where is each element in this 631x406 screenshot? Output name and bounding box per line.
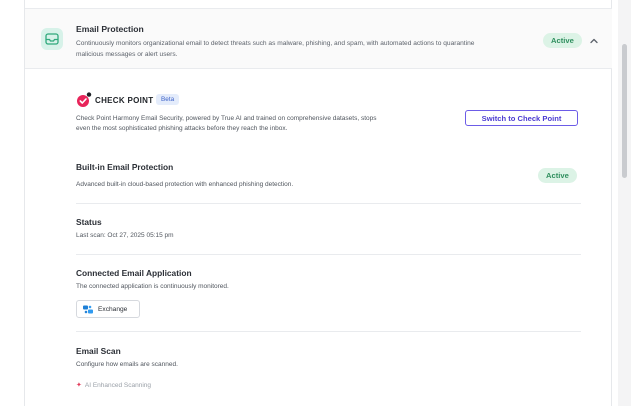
builtin-description: Advanced built-in cloud-based protection… [76, 181, 294, 188]
card-description: Continuously monitors organizational ema… [76, 40, 475, 58]
status-title: Status [76, 217, 102, 227]
divider [76, 254, 581, 255]
email-scan-title: Email Scan [76, 346, 121, 356]
ai-enhanced-scanning-label: AI Enhanced Scanning [84, 381, 152, 389]
checkpoint-description: Check Point Harmony Email Security, powe… [76, 115, 377, 132]
divider [76, 203, 581, 204]
switch-to-checkpoint-button[interactable]: Switch to Check Point [465, 110, 578, 126]
status-badge: Active [543, 33, 582, 48]
builtin-title: Built-in Email Protection [76, 162, 174, 172]
exchange-app-button[interactable]: Exchange [76, 300, 140, 318]
last-scan-text: Last scan: Oct 27, 2025 05:15 pm [76, 232, 174, 239]
exchange-label: Exchange [98, 305, 128, 313]
ai-enhanced-scanning-option[interactable]: ✦ AI Enhanced Scanning [76, 381, 152, 390]
chevron-up-icon[interactable] [588, 35, 600, 47]
email-scan-description: Configure how emails are scanned. [76, 361, 178, 368]
beta-badge: Beta [156, 94, 180, 105]
checkpoint-logo: CHECK POINT [76, 92, 153, 108]
builtin-status-badge: Active [538, 168, 577, 183]
email-protection-card: Email Protection Continuously monitors o… [24, 0, 612, 406]
email-protection-page: Email Protection Continuously monitors o… [0, 0, 631, 406]
card-title: Email Protection [76, 24, 144, 34]
checkpoint-brand: CHECK POINT [95, 95, 154, 105]
divider [76, 331, 581, 332]
sparkle-icon: ✦ [76, 382, 82, 389]
connected-title: Connected Email Application [76, 268, 192, 278]
card-header[interactable]: Email Protection Continuously monitors o… [25, 8, 612, 69]
connected-description: The connected application is continuousl… [76, 283, 229, 290]
exchange-icon [83, 305, 93, 313]
mail-tray-icon [41, 28, 63, 50]
checkpoint-logo-icon [77, 92, 92, 107]
scrollbar-thumb[interactable] [622, 44, 627, 178]
